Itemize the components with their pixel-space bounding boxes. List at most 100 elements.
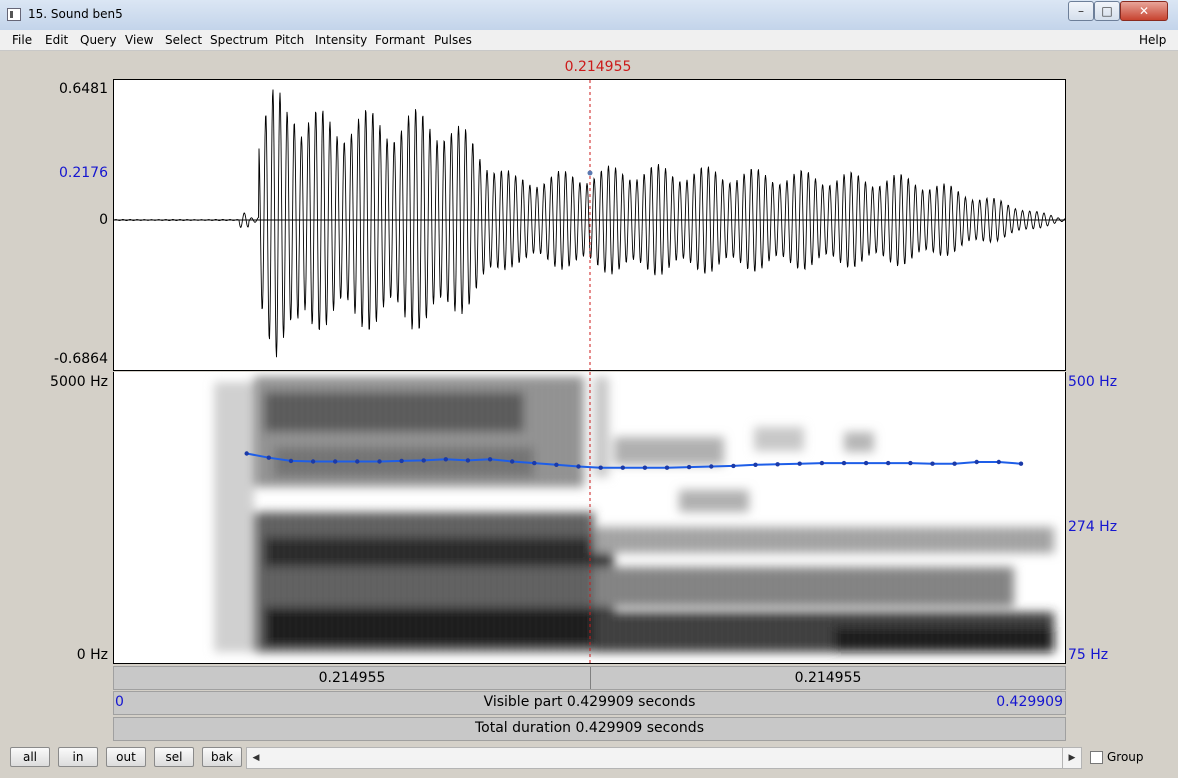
striation bbox=[1045, 522, 1047, 652]
title-bar: 15. Sound ben5 – □ ✕ bbox=[0, 0, 1178, 31]
striation bbox=[541, 382, 543, 652]
striation bbox=[925, 522, 927, 652]
striation bbox=[775, 522, 777, 652]
zoom-out-button[interactable]: out bbox=[106, 747, 146, 767]
pitch-point bbox=[532, 460, 537, 466]
menu-help[interactable]: Help bbox=[1139, 33, 1166, 47]
menu-pulses[interactable]: Pulses bbox=[434, 33, 472, 47]
zoom-back-button[interactable]: bak bbox=[202, 747, 242, 767]
striation bbox=[1015, 522, 1017, 652]
editor-area: 0.214955 0.6481 0.2176 0 -0.6864 5000 Hz… bbox=[8, 51, 1170, 741]
total-duration-bar[interactable]: Total duration 0.429909 seconds bbox=[113, 717, 1066, 741]
striation bbox=[967, 522, 969, 652]
pitch-point bbox=[908, 460, 913, 466]
striation bbox=[937, 522, 939, 652]
striation bbox=[601, 522, 603, 652]
striation bbox=[469, 382, 471, 652]
menu-query[interactable]: Query bbox=[80, 33, 116, 47]
menu-spectrum[interactable]: Spectrum bbox=[210, 33, 268, 47]
striation bbox=[397, 382, 399, 652]
pitch-point bbox=[576, 464, 581, 469]
menu-view[interactable]: View bbox=[125, 33, 153, 47]
spec-top-freq: 5000 Hz bbox=[50, 374, 108, 390]
maximize-icon: □ bbox=[1101, 4, 1113, 18]
group-label: Group bbox=[1107, 750, 1144, 764]
checkbox-icon[interactable] bbox=[1090, 751, 1103, 764]
waveform-panel[interactable] bbox=[113, 79, 1066, 371]
pitch-point bbox=[952, 461, 957, 466]
selection-right-segment[interactable]: 0.214955 bbox=[591, 667, 1065, 689]
zoom-selection-button[interactable]: sel bbox=[154, 747, 194, 767]
visible-end: 0.429909 bbox=[996, 694, 1063, 710]
striation bbox=[727, 522, 729, 652]
pitch-point bbox=[709, 464, 714, 469]
pitch-point bbox=[244, 451, 249, 456]
striation bbox=[307, 382, 309, 652]
pitch-point bbox=[974, 459, 979, 465]
zoom-all-button[interactable]: all bbox=[10, 747, 50, 767]
striation bbox=[523, 382, 525, 652]
striation bbox=[715, 522, 717, 652]
pitch-point bbox=[863, 460, 869, 466]
menu-edit[interactable]: Edit bbox=[45, 33, 68, 47]
bottom-toolbar: all in out sel bak ◀ ▶ Group bbox=[8, 745, 1170, 773]
pitch-point bbox=[487, 457, 493, 462]
striation bbox=[451, 382, 453, 652]
striation bbox=[337, 382, 339, 652]
menu-intensity[interactable]: Intensity bbox=[315, 33, 367, 47]
zoom-in-button[interactable]: in bbox=[58, 747, 98, 767]
striation bbox=[955, 522, 957, 652]
striation bbox=[823, 522, 825, 652]
wave-cursor-value: 0.2176 bbox=[59, 165, 108, 181]
striation bbox=[535, 382, 537, 652]
visible-part-bar[interactable]: 0 Visible part 0.429909 seconds 0.429909 bbox=[113, 691, 1066, 715]
pitch-point bbox=[377, 459, 382, 464]
striation bbox=[361, 382, 363, 652]
striation bbox=[667, 522, 669, 652]
striation bbox=[259, 382, 261, 652]
pitch-mid-label: 274 Hz bbox=[1068, 519, 1118, 535]
striation bbox=[511, 382, 513, 652]
striation bbox=[973, 522, 975, 652]
striation bbox=[613, 522, 615, 652]
scroll-right-icon[interactable]: ▶ bbox=[1062, 748, 1081, 768]
selection-bar[interactable]: 0.214955 0.214955 bbox=[113, 666, 1066, 690]
pitch-point bbox=[642, 465, 648, 470]
striation bbox=[379, 382, 381, 652]
maximize-button[interactable]: □ bbox=[1094, 1, 1120, 21]
group-checkbox[interactable]: Group bbox=[1090, 750, 1144, 764]
striation bbox=[751, 522, 753, 652]
waveform-svg bbox=[114, 80, 1065, 370]
minimize-button[interactable]: – bbox=[1068, 1, 1094, 21]
striation bbox=[799, 522, 801, 652]
selection-left-segment[interactable]: 0.214955 bbox=[114, 667, 591, 689]
striation bbox=[319, 382, 321, 652]
horizontal-scrollbar[interactable]: ◀ ▶ bbox=[246, 747, 1082, 769]
spectrogram-panel[interactable] bbox=[113, 372, 1066, 664]
menu-formant[interactable]: Formant bbox=[375, 33, 425, 47]
scroll-left-icon[interactable]: ◀ bbox=[247, 748, 265, 768]
close-button[interactable]: ✕ bbox=[1120, 1, 1168, 21]
menu-pitch[interactable]: Pitch bbox=[275, 33, 304, 47]
striation bbox=[871, 522, 873, 652]
pitch-point bbox=[841, 460, 847, 466]
striation bbox=[979, 522, 981, 652]
striation bbox=[769, 522, 771, 652]
striation bbox=[289, 382, 291, 652]
striation bbox=[475, 382, 477, 652]
striation bbox=[571, 382, 573, 652]
striation bbox=[421, 382, 423, 652]
pitch-point bbox=[886, 460, 891, 466]
wave-zero-label: 0 bbox=[99, 212, 108, 228]
menu-select[interactable]: Select bbox=[165, 33, 202, 47]
striation bbox=[607, 522, 609, 652]
striation bbox=[649, 522, 651, 652]
striation bbox=[271, 382, 273, 652]
pitch-point bbox=[399, 458, 404, 464]
menu-file[interactable]: File bbox=[12, 33, 32, 47]
striation bbox=[745, 522, 747, 652]
striation bbox=[655, 522, 657, 652]
striation bbox=[1033, 522, 1035, 652]
pitch-point bbox=[510, 459, 515, 464]
pitch-top-label: 500 Hz bbox=[1068, 374, 1118, 390]
